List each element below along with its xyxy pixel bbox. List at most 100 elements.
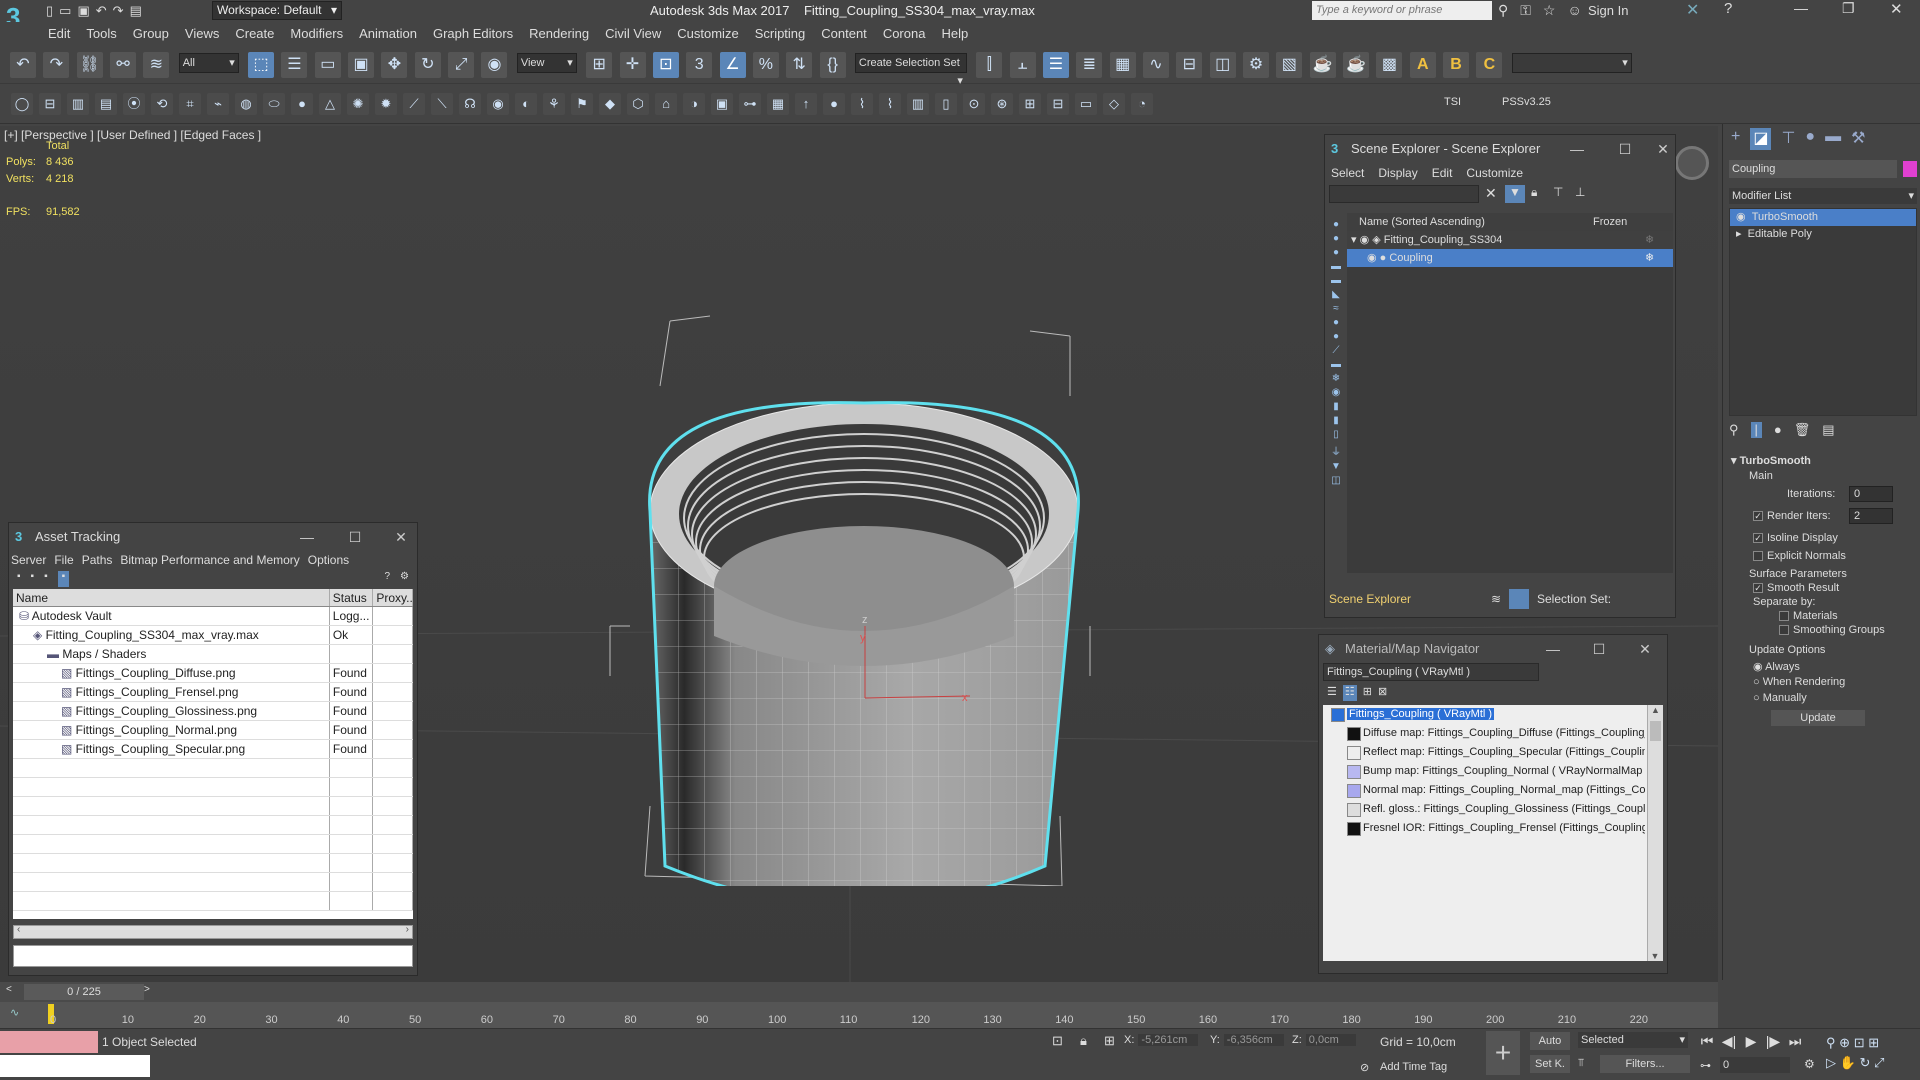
sign-in-link[interactable]: Sign In bbox=[1588, 3, 1628, 18]
tool2-icon[interactable]: ⦿ bbox=[123, 93, 145, 115]
scene-tree-row-root[interactable]: ▾ ◉ ◈ Fitting_Coupling_SS304 ❄ bbox=[1347, 231, 1673, 249]
prev-frame-icon[interactable]: < bbox=[6, 984, 12, 995]
play-icon[interactable]: ▶ bbox=[1740, 1033, 1762, 1050]
scale-icon[interactable]: ⤢ bbox=[448, 52, 475, 78]
asset-menu-paths[interactable]: Paths bbox=[82, 553, 113, 567]
spinner-snap-icon[interactable]: ⇅ bbox=[786, 52, 813, 78]
scene-explorer-titlebar[interactable]: 3 Scene Explorer - Scene Explorer — ☐ ✕ bbox=[1325, 135, 1675, 163]
viewport-label[interactable]: [+] [Perspective ] [User Defined ] [Edge… bbox=[4, 128, 261, 142]
zoom-extents-icon[interactable]: ⊡ bbox=[1854, 1035, 1865, 1050]
tool2-icon[interactable]: ⌁ bbox=[207, 93, 229, 115]
coupling-model[interactable]: z y x bbox=[600, 256, 1100, 886]
selection-set-icon[interactable] bbox=[1509, 589, 1529, 609]
tool2-icon[interactable]: △ bbox=[319, 93, 341, 115]
text-b-icon[interactable]: B bbox=[1443, 52, 1470, 78]
snaps-toggle-icon[interactable]: 3 bbox=[686, 52, 713, 78]
bones-icon[interactable]: ⟋ bbox=[1333, 345, 1340, 356]
minimize-button[interactable]: — bbox=[1794, 0, 1808, 16]
menu-tools[interactable]: Tools bbox=[78, 22, 124, 46]
material-map-row[interactable]: Bump map: Fittings_Coupling_Normal ( VRa… bbox=[1323, 762, 1645, 781]
menu-civil-view[interactable]: Civil View bbox=[597, 22, 669, 46]
menu-views[interactable]: Views bbox=[177, 22, 227, 46]
material-name-field[interactable]: Fittings_Coupling ( VRayMtl ) bbox=[1323, 663, 1539, 681]
select-manipulate-icon[interactable]: ✛ bbox=[619, 52, 646, 78]
tool2-icon[interactable]: ⬡ bbox=[627, 93, 649, 115]
edit-named-sets-icon[interactable]: {} bbox=[819, 52, 846, 78]
undo-icon[interactable]: ↶ bbox=[96, 3, 107, 19]
asset-row[interactable]: ⛁ Autodesk Vault Logg... bbox=[13, 607, 413, 626]
always-radio[interactable]: ◉ Always bbox=[1753, 660, 1800, 673]
rollout-title[interactable]: ▾ TurboSmooth bbox=[1731, 454, 1811, 467]
modifier-list-dropdown[interactable]: Modifier List ▾ bbox=[1729, 188, 1917, 204]
schematic-view-icon[interactable]: ⊟ bbox=[1176, 52, 1203, 78]
close-button[interactable]: ✕ bbox=[1625, 635, 1665, 663]
configure-sets-icon[interactable]: ▤ bbox=[1822, 422, 1834, 438]
hidden-icon[interactable]: ◉ bbox=[1332, 387, 1341, 398]
tool2-icon[interactable]: ◇ bbox=[1103, 93, 1125, 115]
asset-row[interactable]: ◈ Fitting_Coupling_SS304_max_vray.max Ok bbox=[13, 626, 413, 645]
asset-menu-file[interactable]: File bbox=[54, 553, 73, 567]
render-iterative-icon[interactable]: ☕ bbox=[1343, 52, 1370, 78]
modify-tab-icon[interactable]: ◪ bbox=[1750, 128, 1772, 150]
current-frame-field[interactable]: 0 bbox=[1720, 1057, 1790, 1073]
asset-row[interactable]: ▧ Fittings_Coupling_Normal.png Found bbox=[13, 721, 413, 740]
pivot-center-icon[interactable]: ⊞ bbox=[586, 52, 613, 78]
scene-menu-edit[interactable]: Edit bbox=[1432, 166, 1453, 180]
zoom-all-icon[interactable]: ⊕ bbox=[1839, 1035, 1850, 1050]
tool2-icon[interactable]: ▣ bbox=[711, 93, 733, 115]
menu-graph-editors[interactable]: Graph Editors bbox=[425, 22, 521, 46]
layer-icon[interactable]: ⊥ bbox=[1575, 185, 1585, 199]
tool2-icon[interactable]: ◐ bbox=[515, 93, 537, 115]
menu-group[interactable]: Group bbox=[125, 22, 177, 46]
tool2-icon[interactable]: ↑ bbox=[795, 93, 817, 115]
prev-key-icon[interactable]: ◀| bbox=[1718, 1033, 1740, 1050]
asset-path-field[interactable] bbox=[13, 945, 413, 967]
new-file-icon[interactable]: ▯ bbox=[46, 3, 53, 19]
cameras-icon[interactable]: ▬ bbox=[1331, 275, 1341, 286]
star-icon[interactable]: ☆ bbox=[1543, 2, 1556, 19]
asset-tracking-titlebar[interactable]: 3 Asset Tracking — ☐ ✕ bbox=[9, 523, 417, 551]
funnel-icon[interactable]: ▼ bbox=[1331, 461, 1341, 472]
close-button[interactable]: ✕ bbox=[381, 523, 421, 551]
selection-filter-dropdown[interactable]: All ▾ bbox=[178, 53, 239, 73]
tool2-icon[interactable]: ▥ bbox=[907, 93, 929, 115]
tool2-icon[interactable]: ◆ bbox=[599, 93, 621, 115]
tool2-icon[interactable]: ☊ bbox=[459, 93, 481, 115]
column-status[interactable]: Status bbox=[330, 589, 374, 606]
render-setup-icon[interactable]: ⚙ bbox=[1243, 52, 1269, 78]
stack-item-editable-poly[interactable]: ▸ Editable Poly bbox=[1730, 226, 1916, 243]
mirror-icon[interactable]: ⫿ bbox=[976, 52, 1003, 78]
key-icon[interactable]: ⚿ bbox=[1520, 2, 1531, 19]
tool2-icon[interactable]: ⬭ bbox=[263, 93, 285, 115]
scene-search-input[interactable] bbox=[1329, 185, 1479, 203]
goto-start-icon[interactable]: ⏮ bbox=[1696, 1033, 1718, 1050]
filter-icon[interactable]: ▼ bbox=[1505, 185, 1525, 203]
containers-icon[interactable]: ▬ bbox=[1331, 359, 1341, 370]
tree-icon[interactable]: ▪ bbox=[31, 571, 35, 587]
bind-spacewarp-icon[interactable]: ≋ bbox=[143, 52, 170, 78]
tool2-icon[interactable]: ⊟ bbox=[1047, 93, 1069, 115]
search-input[interactable]: Type a keyword or phrase bbox=[1312, 1, 1492, 20]
maxscript-listener[interactable] bbox=[0, 1031, 98, 1053]
isoline-display-checkbox[interactable]: ✓ Isoline Display bbox=[1753, 532, 1838, 544]
pss-label[interactable]: PSSv3.25 bbox=[1502, 96, 1551, 108]
tool2-icon[interactable]: ⚑ bbox=[571, 93, 593, 115]
tool2-icon[interactable]: ⌇ bbox=[851, 93, 873, 115]
asset-menu-bitmap-performance-and-memory[interactable]: Bitmap Performance and Memory bbox=[120, 553, 299, 567]
link-icon[interactable]: ⛓ bbox=[76, 52, 103, 78]
frozen-icon[interactable]: ❄ bbox=[1332, 373, 1340, 384]
iterations-spinner[interactable]: 0 bbox=[1849, 486, 1893, 502]
unlink-icon[interactable]: ⚯ bbox=[110, 52, 137, 78]
auto-key-button[interactable]: Auto bbox=[1530, 1032, 1570, 1050]
tool2-icon[interactable]: ◔ bbox=[1131, 93, 1153, 115]
material-map-row[interactable]: Normal map: Fittings_Coupling_Normal_map… bbox=[1323, 781, 1645, 800]
tool2-icon[interactable]: ⟋ bbox=[403, 93, 425, 115]
asset-row[interactable]: ▬ Maps / Shaders bbox=[13, 645, 413, 664]
helpers-icon[interactable]: ◣ bbox=[1332, 289, 1340, 300]
lock-icon[interactable]: 🔒︎ bbox=[1531, 185, 1537, 200]
tool2-icon[interactable]: ⌇ bbox=[879, 93, 901, 115]
scene-menu-customize[interactable]: Customize bbox=[1466, 166, 1523, 180]
maximize-button[interactable]: ❐ bbox=[1842, 0, 1855, 17]
time-config-icon[interactable]: ⚙ bbox=[1804, 1057, 1815, 1071]
when-rendering-radio[interactable]: ○ When Rendering bbox=[1753, 676, 1845, 688]
